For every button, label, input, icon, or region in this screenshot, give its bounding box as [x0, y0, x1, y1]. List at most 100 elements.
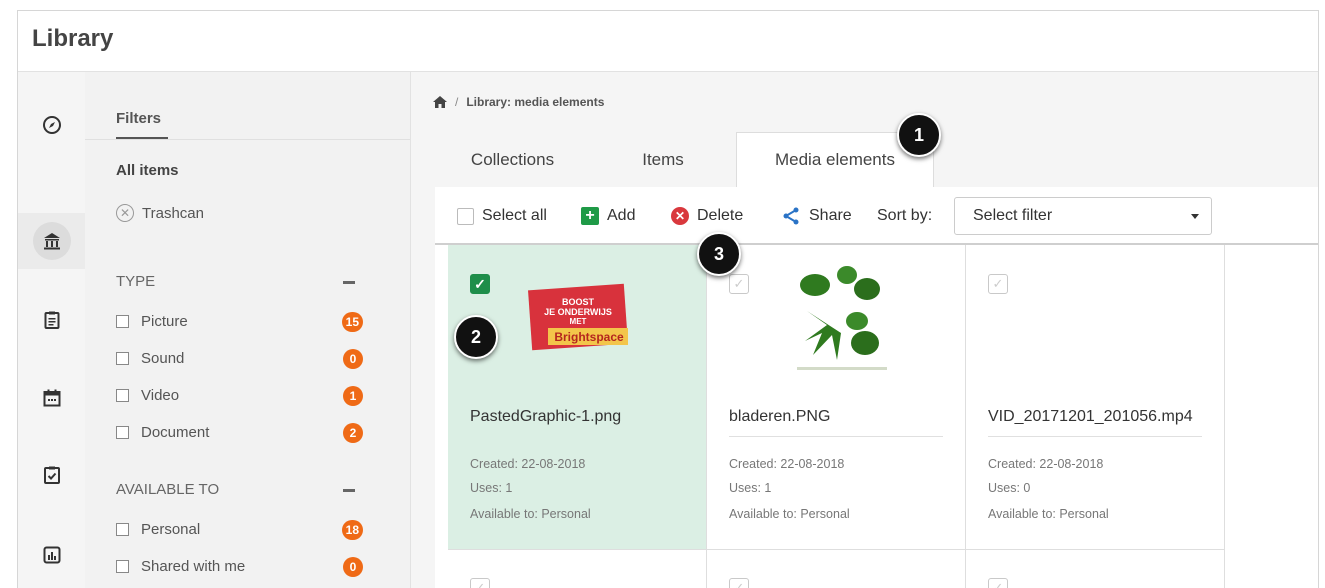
- select-all-control[interactable]: Select all: [457, 187, 547, 245]
- uses-count: Uses: 1: [470, 481, 513, 495]
- select-all-label: Select all: [482, 207, 547, 224]
- card-checkbox[interactable]: ✓: [470, 578, 490, 588]
- count-badge: 18: [341, 520, 363, 540]
- created-date: Created: 22-08-2018: [988, 457, 1104, 471]
- filters-divider: [85, 139, 410, 140]
- sort-by-label: Sort by:: [877, 207, 933, 224]
- tab-collections[interactable]: Collections: [435, 132, 590, 187]
- calendar-icon: [33, 379, 71, 417]
- media-card-partial[interactable]: ✓: [448, 550, 707, 588]
- app-title: Library: [32, 25, 114, 52]
- callout-marker: 2: [454, 315, 498, 359]
- tab-bar: Collections Items Media elements: [435, 132, 1318, 187]
- callout-marker: 3: [697, 232, 741, 276]
- media-card[interactable]: ✓ VID_20171201_201056.mp4 Created: 22-08…: [966, 245, 1225, 550]
- checkbox[interactable]: [116, 388, 129, 402]
- file-name[interactable]: VID_20171201_201056.mp4: [988, 408, 1202, 437]
- chart-icon: [33, 536, 71, 574]
- checkbox[interactable]: [116, 559, 129, 573]
- callout-marker: 1: [897, 113, 941, 157]
- checkbox[interactable]: [116, 522, 129, 536]
- media-card[interactable]: ✓ bladeren.PNG Created: 22-08-2018 Uses:…: [707, 245, 966, 550]
- library-window: Library Filters All items ✕ Trashcan TYP…: [17, 10, 1319, 588]
- rail-library[interactable]: [18, 213, 85, 269]
- thumb-line-2: JE ONDERWIJS: [544, 307, 612, 317]
- filter-all-items[interactable]: All items: [116, 162, 179, 179]
- thumb-line-4: Brightspace: [554, 330, 624, 344]
- rail-assignments[interactable]: [18, 292, 85, 348]
- thumb-line-3: MET: [570, 317, 587, 326]
- select-all-checkbox[interactable]: [457, 207, 474, 225]
- created-date: Created: 22-08-2018: [729, 457, 845, 471]
- filter-label: Document: [141, 423, 210, 441]
- checklist-icon: [33, 456, 71, 494]
- trashcan-label: Trashcan: [142, 204, 204, 222]
- share-label: Share: [809, 207, 852, 224]
- type-collapse-icon[interactable]: [343, 281, 355, 284]
- available-to: Available to: Personal: [729, 507, 850, 521]
- card-checkbox[interactable]: ✓: [988, 274, 1008, 294]
- sort-select[interactable]: Select filter: [954, 197, 1212, 235]
- uses-count: Uses: 1: [729, 481, 772, 495]
- thumb-line-1: BOOST: [562, 297, 595, 307]
- filter-type-picture[interactable]: Picture 15: [116, 310, 376, 332]
- breadcrumb: / Library: media elements: [433, 95, 604, 109]
- rail-tasks[interactable]: [18, 447, 85, 503]
- thumbnail-brightspace-image: BOOST JE ONDERWIJS MET Brightspace: [518, 265, 638, 375]
- count-badge: 1: [343, 386, 363, 406]
- card-checkbox[interactable]: ✓: [470, 274, 490, 294]
- media-grid: ✓ BOOST JE ONDERWIJS MET Brightspace Pas…: [448, 245, 1225, 588]
- filter-available-personal[interactable]: Personal 18: [116, 518, 376, 540]
- rail-calendar[interactable]: [18, 370, 85, 426]
- checkbox[interactable]: [116, 314, 129, 328]
- filter-type-sound[interactable]: Sound 0: [116, 347, 376, 369]
- card-checkbox[interactable]: ✓: [729, 274, 749, 294]
- uses-count: Uses: 0: [988, 481, 1031, 495]
- filter-type-document[interactable]: Document 2: [116, 421, 376, 443]
- available-section-title: AVAILABLE TO: [116, 481, 220, 498]
- created-date: Created: 22-08-2018: [470, 457, 586, 471]
- add-button[interactable]: + Add: [581, 187, 635, 245]
- media-content: Select all + Add ✕ Delete Share Sort by:…: [435, 187, 1318, 588]
- sort-select-value: Select filter: [973, 207, 1053, 224]
- rail-discover[interactable]: [18, 97, 85, 153]
- available-collapse-icon[interactable]: [343, 489, 355, 492]
- plus-icon: +: [581, 207, 599, 225]
- filter-trashcan[interactable]: ✕ Trashcan: [116, 204, 204, 222]
- available-to: Available to: Personal: [988, 507, 1109, 521]
- count-badge: 15: [341, 312, 363, 332]
- checkbox[interactable]: [116, 351, 129, 365]
- count-badge: 0: [343, 557, 363, 577]
- close-circle-icon: ✕: [116, 204, 134, 222]
- rail-reports[interactable]: [18, 527, 85, 583]
- home-icon[interactable]: [433, 96, 447, 108]
- media-card[interactable]: ✓ BOOST JE ONDERWIJS MET Brightspace Pas…: [448, 245, 707, 550]
- file-name[interactable]: bladeren.PNG: [729, 408, 943, 437]
- media-card-partial[interactable]: ✓: [966, 550, 1225, 588]
- delete-icon: ✕: [671, 207, 689, 225]
- delete-label: Delete: [697, 207, 744, 224]
- count-badge: 0: [343, 349, 363, 369]
- checkbox[interactable]: [116, 425, 129, 439]
- filter-available-shared[interactable]: Shared with me 0: [116, 555, 376, 577]
- thumbnail-leaves-image: [777, 265, 897, 375]
- breadcrumb-separator: /: [455, 95, 459, 109]
- tab-items[interactable]: Items: [590, 132, 736, 187]
- filters-panel: Filters All items ✕ Trashcan TYPE Pictur…: [85, 72, 411, 588]
- filter-label: Video: [141, 386, 180, 404]
- clipboard-icon: [33, 301, 71, 339]
- filter-type-video[interactable]: Video 1: [116, 384, 376, 406]
- media-card-partial[interactable]: ✓: [707, 550, 966, 588]
- card-checkbox[interactable]: ✓: [988, 578, 1008, 588]
- filters-heading: Filters: [116, 110, 162, 127]
- share-button[interactable]: Share: [781, 187, 852, 245]
- chevron-down-icon: [1191, 214, 1199, 219]
- filter-label: Picture: [141, 312, 188, 330]
- main-area: / Library: media elements Collections It…: [411, 72, 1318, 588]
- card-checkbox[interactable]: ✓: [729, 578, 749, 588]
- nav-rail: [18, 72, 85, 588]
- file-name[interactable]: PastedGraphic-1.png: [470, 408, 684, 437]
- share-icon: [783, 207, 799, 225]
- count-badge: 2: [343, 423, 363, 443]
- toolbar: Select all + Add ✕ Delete Share Sort by:…: [435, 187, 1318, 245]
